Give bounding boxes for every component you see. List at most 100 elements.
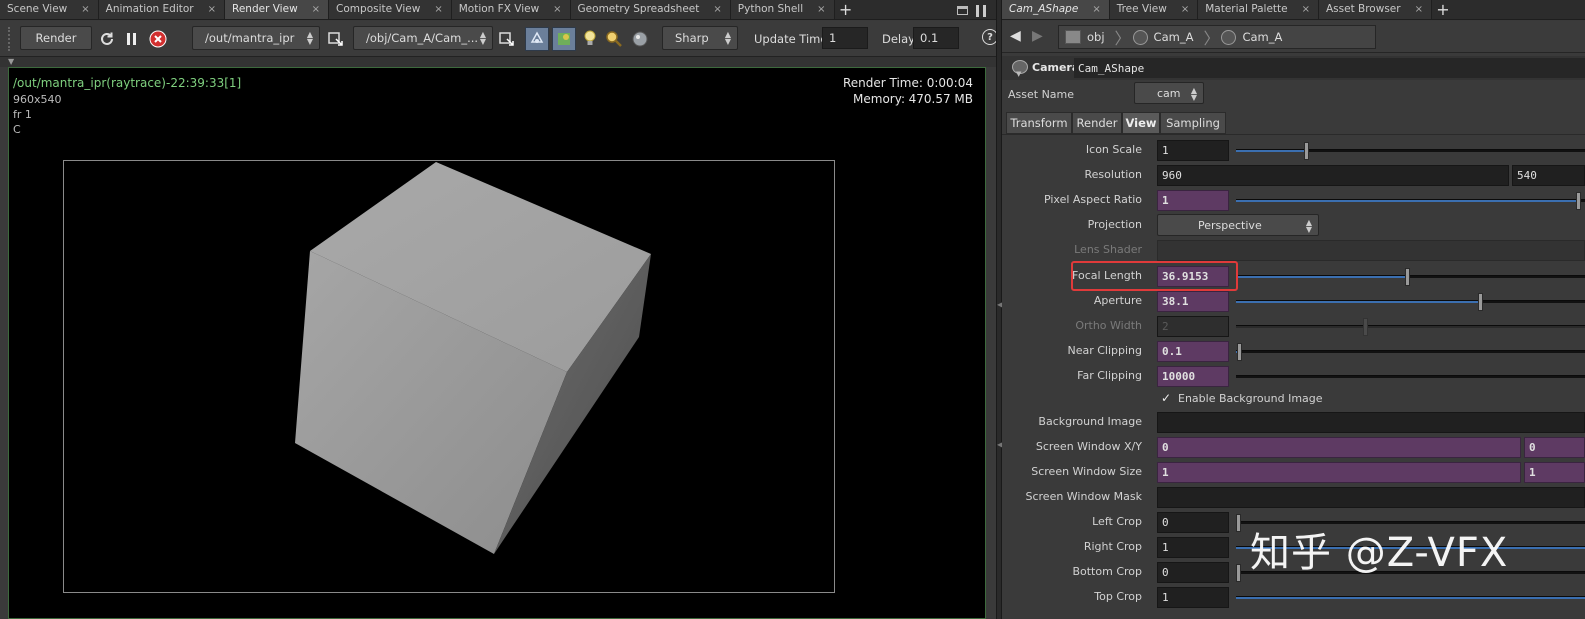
tab-composite-view[interactable]: Composite View ×	[329, 0, 452, 19]
close-icon[interactable]: ×	[1181, 4, 1189, 15]
aperture-input[interactable]: 38.1	[1157, 291, 1229, 312]
icon-scale-input[interactable]: 1	[1157, 140, 1229, 161]
camera-jump-icon[interactable]	[497, 29, 517, 49]
add-tab-icon[interactable]: +	[835, 0, 857, 19]
network-path: obj 〉 Cam_A 〉 Cam_A	[1058, 25, 1376, 49]
update-time-input[interactable]: 1	[822, 27, 868, 49]
magnifier-icon[interactable]	[604, 29, 624, 49]
near-clipping-slider[interactable]	[1236, 343, 1585, 361]
back-arrow-icon[interactable]: ◀	[1010, 28, 1021, 44]
projection-select[interactable]: Perspective ▲ ▼	[1157, 214, 1319, 236]
pane-options-icon[interactable]	[976, 5, 986, 17]
close-icon[interactable]: ×	[817, 4, 825, 15]
maximize-pane-icon[interactable]	[957, 6, 968, 15]
left-crop-input[interactable]: 0	[1157, 512, 1229, 533]
ortho-width-input[interactable]: 2	[1157, 316, 1229, 337]
close-icon[interactable]: ×	[1415, 4, 1423, 15]
refresh-icon[interactable]	[97, 29, 117, 49]
slider-handle[interactable]	[1303, 142, 1309, 160]
preview-mode-icon[interactable]	[525, 27, 549, 51]
resolution-x-input[interactable]: 960	[1157, 165, 1509, 186]
tab-material-palette[interactable]: Material Palette ×	[1198, 0, 1319, 19]
updown-arrow-icon: ▲ ▼	[306, 30, 313, 46]
tab-render-view[interactable]: Render View ×	[225, 0, 330, 19]
bottom-crop-input[interactable]: 0	[1157, 562, 1229, 583]
close-icon[interactable]: ×	[312, 4, 320, 15]
bg-image-input[interactable]	[1157, 412, 1585, 433]
rendered-cube	[295, 162, 651, 554]
dropdown-arrow-icon[interactable]: ▼	[1016, 70, 1021, 78]
tab-python-shell[interactable]: Python Shell ×	[730, 0, 835, 19]
forward-arrow-icon[interactable]: ▶	[1032, 28, 1043, 44]
houdini-window: Scene View × Animation Editor × Render Vie…	[0, 0, 1585, 619]
screen-window-mask-input[interactable]	[1157, 487, 1585, 508]
pause-icon[interactable]	[122, 29, 142, 49]
delay-input[interactable]: 0.1	[913, 27, 959, 49]
ortho-width-slider[interactable]	[1236, 318, 1585, 336]
add-tab-icon[interactable]: +	[1432, 0, 1454, 19]
close-icon[interactable]: ×	[208, 4, 216, 15]
driver-jump-icon[interactable]	[326, 29, 346, 49]
slider-handle[interactable]	[1363, 318, 1369, 336]
tab-animation-editor[interactable]: Animation Editor ×	[98, 0, 226, 19]
path-root[interactable]: obj	[1087, 30, 1105, 44]
top-crop-input[interactable]: 1	[1157, 587, 1229, 608]
screen-window-x-input[interactable]: 0	[1157, 437, 1521, 458]
tab-asset-browser[interactable]: Asset Browser ×	[1318, 0, 1432, 19]
tab-geometry-spreadsheet[interactable]: Geometry Spreadsheet ×	[570, 0, 731, 19]
tab-motion-fx-view[interactable]: Motion FX View ×	[451, 0, 571, 19]
tab-transform[interactable]: Transform	[1006, 112, 1072, 134]
pixel-aspect-input[interactable]: 1	[1157, 190, 1229, 211]
render-viewport[interactable]: /out/mantra_ipr(raytrace)-22:39:33[1] 96…	[8, 67, 986, 619]
screen-window-w-input[interactable]: 1	[1157, 462, 1521, 483]
tab-tree-view[interactable]: Tree View ×	[1109, 0, 1199, 19]
screen-window-y-input[interactable]: 0	[1524, 437, 1585, 458]
sphere-preview-icon[interactable]	[630, 29, 650, 49]
close-icon[interactable]: ×	[553, 4, 561, 15]
focal-length-slider[interactable]	[1236, 268, 1585, 286]
top-crop-slider[interactable]	[1236, 596, 1585, 599]
pixel-aspect-slider[interactable]	[1236, 192, 1585, 210]
close-icon[interactable]: ×	[1302, 4, 1310, 15]
tab-view[interactable]: View	[1122, 112, 1160, 134]
camera-select[interactable]: /obj/Cam_A/Cam_... ▲ ▼	[353, 26, 493, 50]
tab-sampling[interactable]: Sampling	[1160, 112, 1226, 134]
path-item[interactable]: Cam_A	[1154, 30, 1194, 44]
filter-select[interactable]: Sharp ▲ ▼	[662, 26, 738, 50]
tab-scene-view[interactable]: Scene View ×	[0, 0, 99, 19]
light-bulb-icon[interactable]	[580, 29, 600, 49]
far-clipping-slider[interactable]	[1236, 375, 1585, 378]
icon-scale-slider[interactable]	[1236, 142, 1585, 160]
screen-window-h-input[interactable]: 1	[1524, 462, 1585, 483]
render-driver-select[interactable]: /out/mantra_ipr ▲ ▼	[192, 26, 320, 50]
close-icon[interactable]: ×	[81, 4, 89, 15]
lens-shader-input[interactable]	[1157, 240, 1585, 261]
updown-arrow-icon: ▲ ▼	[724, 30, 731, 46]
resolution-y-input[interactable]: 540	[1512, 165, 1585, 186]
slider-handle[interactable]	[1576, 192, 1582, 210]
path-separator-icon: 〉	[1203, 29, 1220, 48]
enable-bg-checkbox[interactable]: ✓	[1159, 391, 1173, 405]
tab-render[interactable]: Render	[1072, 112, 1122, 134]
asset-name-select[interactable]: cam ▲ ▼	[1134, 82, 1204, 104]
render-region-icon[interactable]	[552, 27, 576, 51]
node-name-input[interactable]: Cam_AShape	[1074, 58, 1585, 78]
close-icon[interactable]: ×	[434, 4, 442, 15]
slider-handle[interactable]	[1478, 293, 1484, 311]
slider-handle[interactable]	[1236, 514, 1241, 532]
render-channel: C	[13, 123, 21, 136]
slider-handle[interactable]	[1405, 268, 1410, 286]
slider-handle[interactable]	[1237, 343, 1243, 361]
close-icon[interactable]: ×	[1092, 4, 1100, 15]
aperture-slider[interactable]	[1236, 293, 1585, 311]
near-clipping-input[interactable]: 0.1	[1157, 341, 1229, 362]
tab-cam-ashape[interactable]: Cam_AShape ×	[1002, 0, 1110, 19]
close-icon[interactable]: ×	[713, 4, 721, 15]
path-item[interactable]: Cam_A	[1242, 30, 1282, 44]
far-clipping-input[interactable]: 10000	[1157, 366, 1229, 387]
stop-icon[interactable]	[148, 29, 168, 49]
collapse-arrow-icon[interactable]: ▼	[8, 57, 14, 66]
render-button[interactable]: Render	[20, 26, 92, 50]
slider-handle[interactable]	[1236, 564, 1241, 582]
right-crop-input[interactable]: 1	[1157, 537, 1229, 558]
